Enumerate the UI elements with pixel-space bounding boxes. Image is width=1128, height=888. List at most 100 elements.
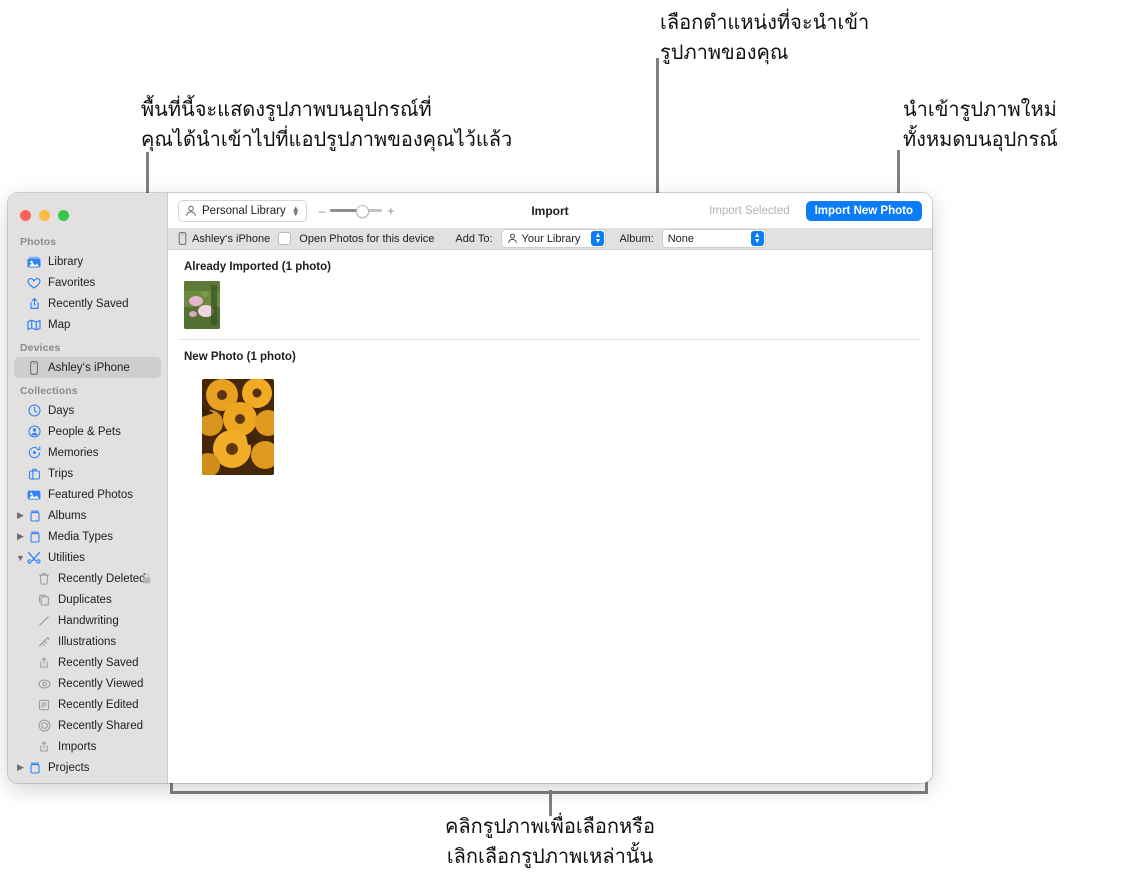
chevron-right-icon[interactable]: ▶ xyxy=(15,531,26,542)
handwriting-icon xyxy=(36,614,52,628)
sidebar-item-handwriting[interactable]: Handwriting xyxy=(14,610,161,631)
import-pane: Personal Library ▲ ▼ – + Import Import Se… xyxy=(168,193,932,783)
sidebar-item-memories[interactable]: Memories xyxy=(14,442,161,463)
featured-icon xyxy=(26,488,42,502)
callout-line-1: พื้นที่นี้จะแสดงรูปภาพบนอุปกรณ์ที่ xyxy=(141,99,432,121)
leader-line-click-to-select xyxy=(549,790,552,816)
viewed-icon xyxy=(36,677,52,691)
recently-saved-icon xyxy=(36,740,52,754)
sidebar-item-illustrations[interactable]: Illustrations xyxy=(14,631,161,652)
callout-line-1: เลือกตำแหน่งที่จะนำเข้า xyxy=(660,12,870,34)
sidebar-group-collections-title: Collections xyxy=(20,385,78,397)
photo-thumbnail-orange-flowers[interactable] xyxy=(202,379,274,475)
chevron-updown-icon: ▲ ▼ xyxy=(591,231,605,246)
sidebar-item-label: Memories xyxy=(48,446,99,459)
sidebar-item-people-and-pets[interactable]: People & Pets xyxy=(14,421,161,442)
sidebar-item-projects[interactable]: ▶ Projects xyxy=(14,757,161,778)
import-options-bar: Ashley‘s iPhone Open Photos for this dev… xyxy=(168,228,932,250)
photo-thumbnail-pink-flowers[interactable] xyxy=(184,281,220,329)
window-controls xyxy=(8,201,167,229)
callout-line-2: เลิกเลือกรูปภาพเหล่านั้น xyxy=(446,846,654,868)
sidebar-item-duplicates[interactable]: Duplicates xyxy=(14,589,161,610)
sidebar-item-recently-shared[interactable]: Recently Shared xyxy=(14,715,161,736)
recently-saved-icon xyxy=(36,656,52,670)
library-popup-label: Personal Library xyxy=(202,204,286,217)
iphone-icon xyxy=(26,360,42,375)
clock-icon xyxy=(26,404,42,418)
sidebar-item-label: Library xyxy=(48,255,84,268)
sidebar-group-photos-title: Photos xyxy=(20,236,57,248)
callout-import-all-new: นำเข้ารูปภาพใหม่ ทั้งหมดบนอุปกรณ์ xyxy=(903,95,1058,155)
sidebar-item-label: Recently Saved xyxy=(58,656,139,669)
sidebar-item-label: Imports xyxy=(58,740,97,753)
sidebar-item-map[interactable]: Map xyxy=(14,314,161,335)
sidebar-item-label: Favorites xyxy=(48,276,96,289)
person-icon xyxy=(26,425,42,439)
chevron-down-icon[interactable]: ▼ xyxy=(15,553,26,563)
callout-line-2: ทั้งหมดบนอุปกรณ์ xyxy=(903,129,1058,151)
chevron-right-icon[interactable]: ▶ xyxy=(15,762,26,773)
zoom-slider[interactable]: – + xyxy=(319,204,394,218)
maximize-button[interactable] xyxy=(58,209,69,221)
zoom-slider-knob[interactable] xyxy=(356,205,370,218)
sidebar-item-label: Utilities xyxy=(48,551,86,564)
photos-app-window: Photos Library Favorites Recently Saved xyxy=(8,193,932,783)
callout-line-2: รูปภาพของคุณ xyxy=(660,42,789,64)
sidebar-item-label: Albums xyxy=(48,509,87,522)
sidebar-item-recently-edited[interactable]: Recently Edited xyxy=(14,694,161,715)
sidebar-item-days[interactable]: Days xyxy=(14,400,161,421)
import-selected-button[interactable]: Import Selected xyxy=(700,201,799,221)
lock-icon xyxy=(142,573,151,584)
open-photos-checkbox[interactable] xyxy=(278,232,292,245)
close-button[interactable] xyxy=(20,209,31,221)
add-to-value: Your Library xyxy=(521,232,581,245)
import-new-photo-button[interactable]: Import New Photo xyxy=(805,200,922,221)
sidebar-item-recently-saved[interactable]: Recently Saved xyxy=(14,293,161,314)
zoom-slider-track[interactable] xyxy=(330,205,383,218)
sidebar-item-ashleys-iphone[interactable]: Ashley‘s iPhone xyxy=(14,357,161,378)
sidebar-item-recently-viewed[interactable]: Recently Viewed xyxy=(14,673,161,694)
person-icon xyxy=(507,233,518,244)
sidebar-item-label: Map xyxy=(48,318,71,331)
sidebar-item-label: Handwriting xyxy=(58,614,119,627)
edited-icon xyxy=(36,698,52,712)
sidebar-item-imports[interactable]: Imports xyxy=(14,736,161,757)
trash-icon xyxy=(36,572,52,586)
album-popup[interactable]: None ▲ ▼ xyxy=(661,229,766,248)
sidebar-item-library[interactable]: Library xyxy=(14,251,161,272)
sidebar-item-trips[interactable]: Trips xyxy=(14,463,161,484)
chevron-right-icon[interactable]: ▶ xyxy=(15,510,26,521)
sidebar-item-recently-deleted[interactable]: Recently Deleted xyxy=(14,568,161,589)
duplicates-icon xyxy=(36,593,52,607)
minimize-button[interactable] xyxy=(39,209,50,221)
sidebar-group-devices-title: Devices xyxy=(20,342,61,354)
sidebar-item-recently-saved-utility[interactable]: Recently Saved xyxy=(14,652,161,673)
sidebar-item-label: Projects xyxy=(48,761,90,774)
album-icon xyxy=(26,530,42,544)
sidebar-item-label: Recently Deleted xyxy=(58,572,146,585)
device-name-text: Ashley‘s iPhone xyxy=(192,232,271,245)
sidebar-item-label: Featured Photos xyxy=(48,488,134,501)
album-icon xyxy=(26,509,42,523)
sidebar-item-albums[interactable]: ▶ Albums xyxy=(14,505,161,526)
toolbar: Personal Library ▲ ▼ – + Import Import Se… xyxy=(168,193,932,228)
device-label: Ashley‘s iPhone xyxy=(178,232,270,245)
sidebar-item-label: Trips xyxy=(48,467,74,480)
utilities-icon xyxy=(26,551,42,565)
zoom-out-label[interactable]: – xyxy=(319,204,326,218)
trips-icon xyxy=(26,467,42,481)
sidebar-item-utilities[interactable]: ▼ Utilities xyxy=(14,547,161,568)
sidebar-item-media-types[interactable]: ▶ Media Types xyxy=(14,526,161,547)
callout-click-to-select: คลิกรูปภาพเพื่อเลือกหรือ เลิกเลือกรูปภาพ… xyxy=(270,812,830,872)
add-to-popup[interactable]: Your Library ▲ ▼ xyxy=(500,229,607,248)
zoom-in-label[interactable]: + xyxy=(387,204,394,218)
library-popup-button[interactable]: Personal Library ▲ ▼ xyxy=(178,199,307,222)
map-icon xyxy=(26,318,42,332)
open-photos-label: Open Photos for this device xyxy=(299,232,435,245)
illustrations-icon xyxy=(36,635,52,649)
sidebar-item-favorites[interactable]: Favorites xyxy=(14,272,161,293)
sidebar-item-label: Days xyxy=(48,404,75,417)
sidebar-item-label: Ashley‘s iPhone xyxy=(48,361,130,374)
sidebar-item-featured-photos[interactable]: Featured Photos xyxy=(14,484,161,505)
sidebar-item-label: Illustrations xyxy=(58,635,117,648)
